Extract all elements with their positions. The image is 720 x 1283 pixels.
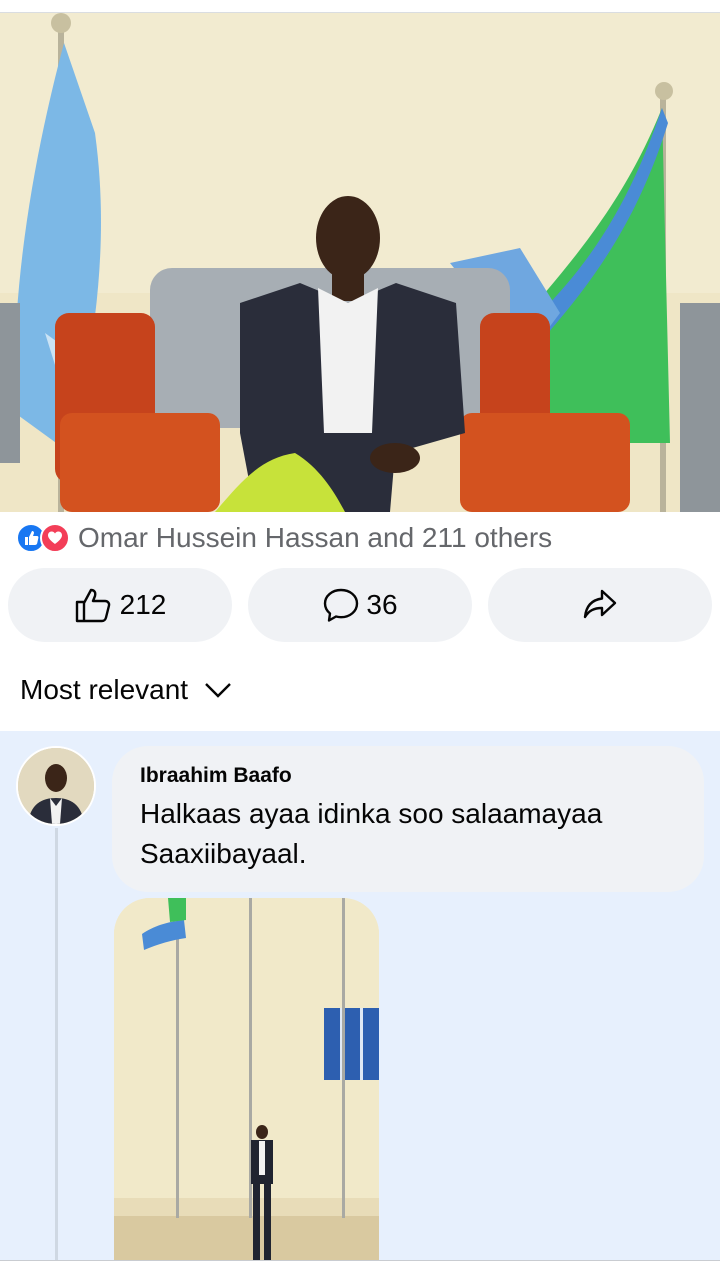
post-photo[interactable] xyxy=(0,13,720,512)
thread-line xyxy=(55,828,58,1260)
reactions-summary[interactable]: Omar Hussein Hassan and 211 others xyxy=(16,520,552,556)
comment-photo[interactable] xyxy=(114,898,379,1260)
comment-text-line: Halkaas ayaa idinka soo salaamayaa xyxy=(140,798,603,829)
top-divider xyxy=(0,0,720,13)
like-button[interactable]: 212 xyxy=(8,568,232,642)
reactions-summary-text[interactable]: Omar Hussein Hassan and 211 others xyxy=(78,522,552,554)
love-icon xyxy=(40,523,70,553)
post-actions: 212 36 xyxy=(8,568,712,642)
comment-author[interactable]: Ibraahim Baafo xyxy=(140,764,676,788)
like-count: 212 xyxy=(119,589,167,620)
comment-bubble[interactable]: Ibraahim Baafo Halkaas ayaa idinka soo s… xyxy=(112,746,704,892)
comment-text: Halkaas ayaa idinka soo salaamayaa Saaxi… xyxy=(140,794,676,874)
sort-label: Most relevant xyxy=(20,674,189,705)
comment-button[interactable]: 36 xyxy=(248,568,472,642)
comment-icon xyxy=(324,588,359,622)
comment-sort-dropdown[interactable]: Most relevant xyxy=(20,670,232,710)
bottom-bar xyxy=(0,1260,720,1283)
avatar[interactable] xyxy=(16,746,96,826)
comment-count: 36 xyxy=(366,589,398,620)
share-button[interactable] xyxy=(488,568,712,642)
share-icon xyxy=(583,589,617,619)
thumbs-up-icon xyxy=(75,588,110,623)
comment-text-line: Saaxiibayaal. xyxy=(140,838,307,869)
chevron-down-icon xyxy=(205,683,231,698)
